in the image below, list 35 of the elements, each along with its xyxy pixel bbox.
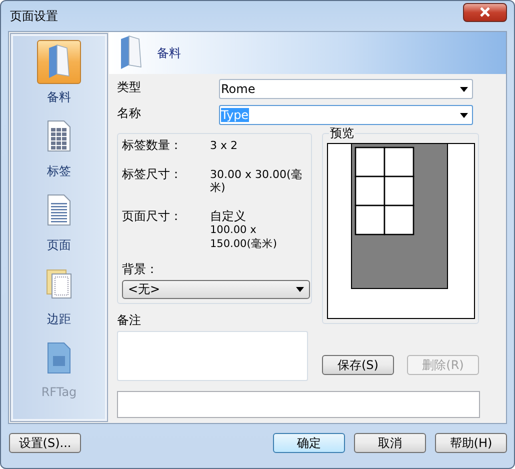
info-value: 30.00 x 30.00(毫米)	[210, 168, 303, 194]
combo-box[interactable]: Rome	[219, 79, 473, 99]
info-label: 标签尺寸：	[122, 168, 183, 183]
dropdown-arrow-icon	[460, 86, 468, 92]
tag-document-icon	[47, 342, 71, 374]
field-label: 类型	[117, 79, 142, 96]
ok-button[interactable]: 确定	[273, 433, 345, 453]
info-label: 页面尺寸：	[122, 210, 183, 225]
info-value: 3 x 2	[210, 139, 238, 152]
close-icon	[479, 6, 491, 16]
header-title: 备料	[157, 44, 181, 62]
info-label: 标签数量：	[122, 139, 183, 152]
cancel-button[interactable]: 取消	[354, 433, 426, 453]
folder-icon	[119, 35, 143, 71]
background-dropdown[interactable]: <无>	[122, 280, 310, 299]
sidebar-item[interactable]: 边距	[37, 262, 81, 328]
info-value: 自定义 100.00 x 150.00(毫米)	[210, 210, 278, 251]
notes-label: 备注	[117, 312, 142, 329]
folder-icon	[47, 44, 71, 80]
save-button[interactable]: 保存(S)	[322, 355, 394, 375]
notes-field[interactable]	[117, 331, 308, 381]
window-title: 页面设置	[9, 8, 58, 24]
dropdown-arrow-icon	[296, 287, 304, 292]
settings-button[interactable]: 设置(S)...	[9, 433, 81, 453]
background-label: 背景：	[122, 261, 159, 278]
preview-label: 预览	[329, 126, 355, 140]
sidebar-item[interactable]: 页面	[37, 188, 81, 254]
field-label: 名称	[117, 105, 142, 122]
help-button[interactable]: 帮助(H)	[435, 433, 507, 453]
pages-icon	[46, 269, 72, 299]
grid-document-icon	[47, 120, 71, 152]
sidebar-item[interactable]: 标签	[37, 114, 81, 180]
document-icon	[47, 194, 71, 226]
dropdown-arrow-icon	[460, 112, 468, 118]
close-button[interactable]	[463, 2, 507, 22]
